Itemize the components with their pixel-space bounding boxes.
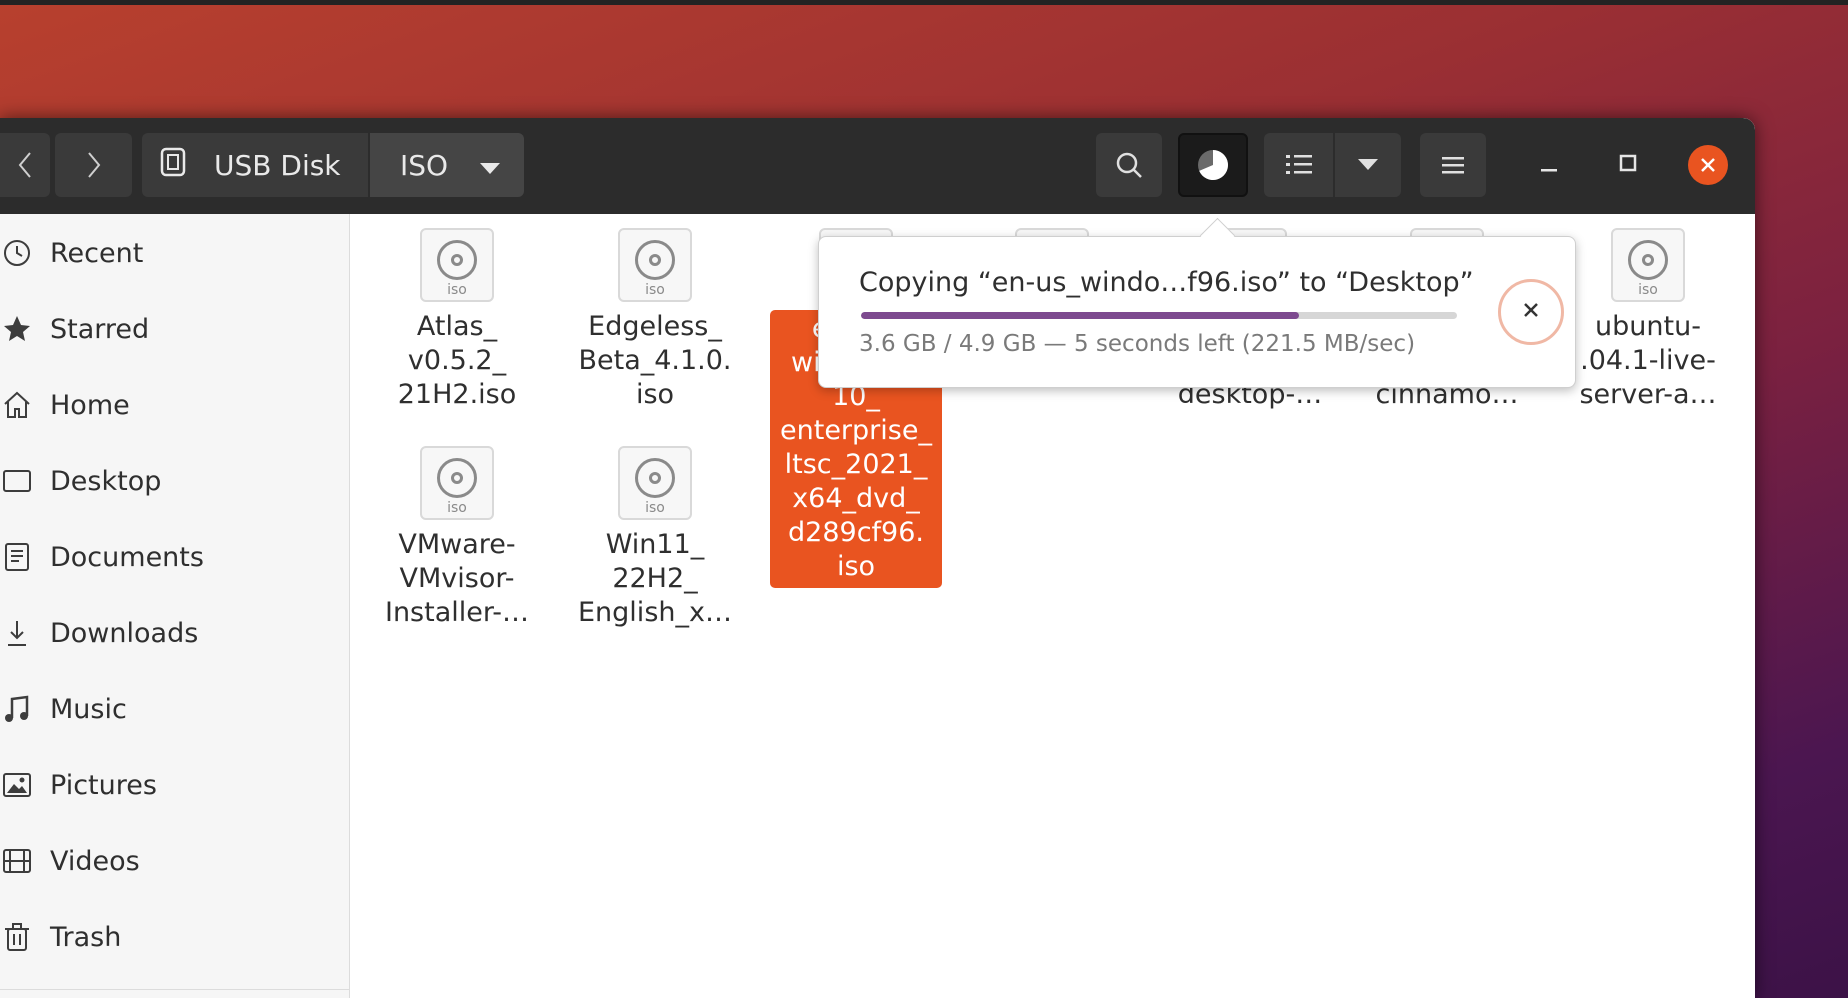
sidebar-item-label: Pictures — [50, 769, 157, 801]
pathbar-iso-label: ISO — [400, 148, 449, 182]
sidebar-item-trash[interactable]: Trash — [0, 907, 349, 967]
music-icon — [0, 692, 34, 726]
pathbar-iso-folder[interactable]: ISO — [370, 133, 524, 197]
video-icon — [0, 844, 34, 878]
sidebar-divider — [0, 989, 349, 990]
main-menu-button[interactable] — [1420, 133, 1486, 197]
picture-icon — [0, 768, 34, 802]
chevron-right-icon — [87, 151, 101, 179]
chevron-down-icon — [1358, 159, 1378, 171]
disc-image-icon: iso — [618, 228, 692, 302]
sidebar-item-home[interactable]: Home — [0, 375, 349, 435]
sidebar-item-recent[interactable]: Recent — [0, 223, 349, 283]
places-sidebar: Recent Starred Home Desktop Documents Do… — [0, 214, 350, 998]
sidebar-item-desktop[interactable]: Desktop — [0, 451, 349, 511]
operation-progress-fill — [861, 312, 1300, 319]
close-window-button[interactable] — [1676, 133, 1740, 197]
sidebar-item-label: Trash — [50, 921, 122, 953]
pie-progress-icon — [1196, 148, 1230, 182]
sidebar-item-label: Music — [50, 693, 127, 725]
sidebar-item-label: Recent — [50, 237, 144, 269]
document-icon — [0, 540, 34, 574]
operations-button[interactable] — [1178, 133, 1248, 197]
file-name: Atlas_ v0.5.2_ 21H2.iso — [397, 311, 517, 410]
sidebar-item-videos[interactable]: Videos — [0, 831, 349, 891]
minimize-button[interactable] — [1517, 133, 1581, 197]
view-options-button[interactable] — [1335, 133, 1401, 197]
file-name: ubuntu- .04.1-live- server-a… — [1579, 311, 1717, 410]
close-icon — [1688, 145, 1728, 185]
operation-title: Copying “en-us_windo…f96.iso” to “Deskto… — [859, 267, 1474, 298]
header-bar: USB Disk ISO — [0, 118, 1755, 214]
star-icon — [0, 312, 34, 346]
top-panel — [0, 0, 1848, 5]
file-name: VMware- VMvisor- Installer-… — [384, 529, 529, 628]
sidebar-item-label: Documents — [50, 541, 204, 573]
pathbar-usb-disk[interactable]: USB Disk — [142, 133, 368, 197]
sidebar-item-pictures[interactable]: Pictures — [0, 755, 349, 815]
chevron-left-icon — [18, 151, 32, 179]
file-item[interactable]: iso Atlas_ v0.5.2_ 21H2.iso — [371, 228, 543, 412]
hamburger-icon — [1441, 155, 1465, 175]
disc-image-icon: iso — [420, 228, 494, 302]
sidebar-item-label: Downloads — [50, 617, 199, 649]
minimize-icon — [1540, 154, 1558, 176]
usb-drive-icon — [160, 147, 186, 184]
file-item[interactable]: iso VMware- VMvisor- Installer-… — [371, 446, 543, 630]
path-bar: USB Disk ISO — [142, 133, 524, 197]
close-icon — [1522, 301, 1540, 323]
file-item[interactable]: iso ubuntu- .04.1-live- server-a… — [1562, 228, 1734, 412]
file-name: Edgeless_ Beta_4.1.0. iso — [578, 311, 732, 410]
cancel-operation-button[interactable] — [1498, 279, 1564, 345]
operation-details: 3.6 GB / 4.9 GB — 5 seconds left (221.5 … — [859, 331, 1416, 357]
sidebar-item-label: Videos — [50, 845, 140, 877]
clock-icon — [0, 236, 34, 270]
chevron-down-icon — [480, 149, 501, 182]
search-icon — [1115, 151, 1143, 179]
back-button[interactable] — [0, 133, 50, 197]
sidebar-item-label: Home — [50, 389, 130, 421]
list-view-icon — [1285, 153, 1313, 177]
search-button[interactable] — [1096, 133, 1162, 197]
file-item[interactable]: iso Win11_ 22H2_ English_x… — [569, 446, 741, 630]
operation-progress-bar — [861, 312, 1457, 319]
sidebar-item-starred[interactable]: Starred — [0, 299, 349, 359]
desktop-icon — [0, 464, 34, 498]
disc-image-icon: iso — [420, 446, 494, 520]
file-item[interactable]: iso Edgeless_ Beta_4.1.0. iso — [569, 228, 741, 412]
file-name: Win11_ 22H2_ English_x… — [578, 529, 732, 628]
pathbar-usb-label: USB Disk — [214, 148, 341, 182]
disc-image-icon: iso — [618, 446, 692, 520]
maximize-icon — [1619, 154, 1637, 176]
forward-button[interactable] — [55, 133, 132, 197]
sidebar-item-label: Starred — [50, 313, 150, 345]
maximize-button[interactable] — [1596, 133, 1660, 197]
sidebar-item-music[interactable]: Music — [0, 679, 349, 739]
download-icon — [0, 616, 34, 650]
trash-icon — [0, 920, 34, 954]
disc-image-icon: iso — [1611, 228, 1685, 302]
home-icon — [0, 388, 34, 422]
sidebar-item-documents[interactable]: Documents — [0, 527, 349, 587]
sidebar-item-label: Desktop — [50, 465, 162, 497]
sidebar-item-downloads[interactable]: Downloads — [0, 603, 349, 663]
list-view-button[interactable] — [1264, 133, 1333, 197]
file-operations-popover: Copying “en-us_windo…f96.iso” to “Deskto… — [818, 236, 1576, 388]
